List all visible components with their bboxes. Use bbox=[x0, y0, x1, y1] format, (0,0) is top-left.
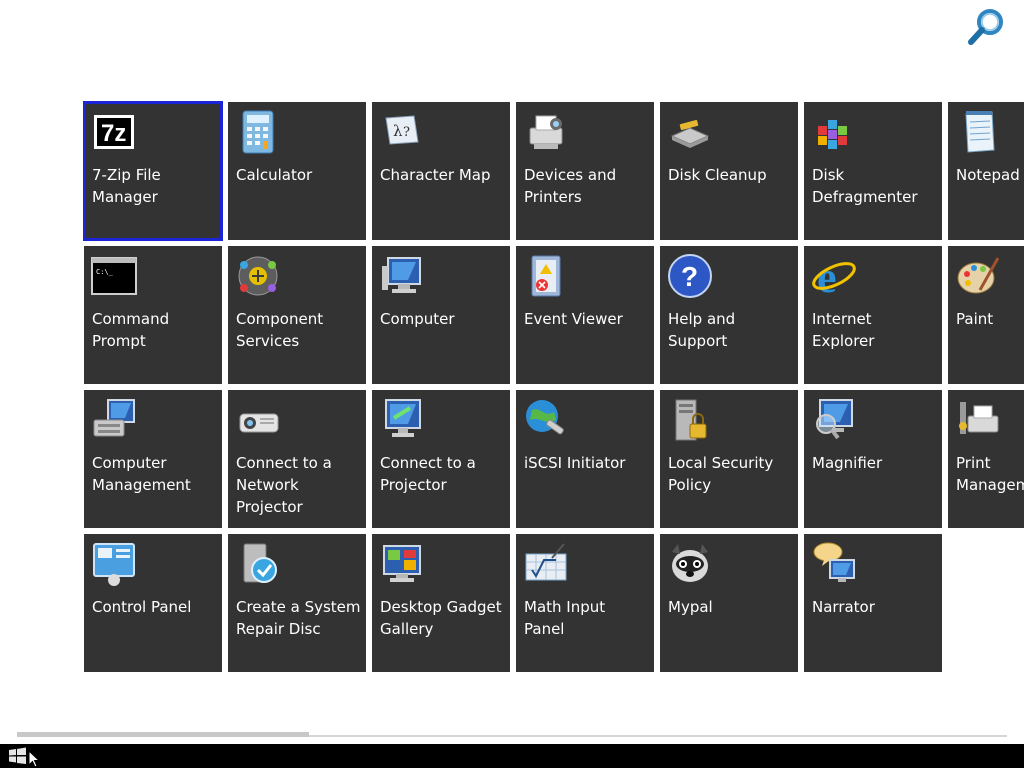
app-tile-label: Internet Explorer bbox=[812, 310, 875, 350]
svg-text:?: ? bbox=[681, 261, 698, 292]
character-map-icon: λ? bbox=[378, 108, 426, 156]
app-tile[interactable]: Control Panel bbox=[84, 534, 222, 672]
start-button[interactable] bbox=[6, 746, 30, 766]
app-tile[interactable]: iSCSI Initiator bbox=[516, 390, 654, 528]
app-tile[interactable]: Component Services bbox=[228, 246, 366, 384]
control-panel-icon bbox=[90, 540, 138, 588]
notepad-icon bbox=[954, 108, 1002, 156]
app-tile-label: Computer bbox=[380, 310, 455, 328]
mypal-icon bbox=[666, 540, 714, 588]
search-button[interactable] bbox=[962, 4, 1010, 50]
app-tile[interactable]: Event Viewer bbox=[516, 246, 654, 384]
app-tile[interactable]: Narrator bbox=[804, 534, 942, 672]
app-tile-label: Notepad bbox=[956, 166, 1020, 184]
svg-text:λ: λ bbox=[393, 122, 403, 140]
disk-cleanup-icon bbox=[666, 108, 714, 156]
help-icon: ? bbox=[666, 252, 714, 300]
app-tile[interactable]: e Internet Explorer bbox=[804, 246, 942, 384]
svg-text:7z: 7z bbox=[101, 120, 126, 147]
app-tile-label: Connect to a Projector bbox=[380, 454, 476, 494]
app-tile-label: Command Prompt bbox=[92, 310, 170, 350]
horizontal-scrollbar-thumb[interactable] bbox=[17, 732, 309, 737]
mouse-cursor bbox=[28, 750, 40, 768]
event-viewer-icon bbox=[522, 252, 570, 300]
security-policy-icon bbox=[666, 396, 714, 444]
app-tile-label: Devices and Printers bbox=[524, 166, 617, 206]
7zip-icon: 7z bbox=[90, 108, 138, 156]
app-tile-label: iSCSI Initiator bbox=[524, 454, 626, 472]
app-tile-label: Connect to a Network Projector bbox=[236, 454, 332, 516]
app-tile[interactable]: Create a System Repair Disc bbox=[228, 534, 366, 672]
app-tile[interactable]: Connect to a Network Projector bbox=[228, 390, 366, 528]
app-tile[interactable]: Mypal bbox=[660, 534, 798, 672]
app-tile[interactable]: Calculator bbox=[228, 102, 366, 240]
svg-text:?: ? bbox=[403, 125, 410, 140]
app-tile-label: Magnifier bbox=[812, 454, 883, 472]
app-tile-label: Control Panel bbox=[92, 598, 192, 616]
app-tile-label: 7-Zip File Manager bbox=[92, 166, 161, 206]
app-tile-label: Create a System Repair Disc bbox=[236, 598, 361, 638]
command-prompt-icon: C:\_ bbox=[90, 252, 138, 300]
computer-icon bbox=[378, 252, 426, 300]
app-tile-label: Paint bbox=[956, 310, 994, 328]
internet-explorer-icon: e bbox=[810, 252, 858, 300]
paint-icon bbox=[954, 252, 1002, 300]
windows-logo-icon bbox=[9, 747, 26, 764]
svg-text:C:\_: C:\_ bbox=[96, 268, 114, 276]
app-tile[interactable]: Devices and Printers bbox=[516, 102, 654, 240]
app-tile[interactable]: Computer Management bbox=[84, 390, 222, 528]
network-projector-icon bbox=[234, 396, 282, 444]
app-tile-label: Desktop Gadget Gallery bbox=[380, 598, 502, 638]
gadget-gallery-icon bbox=[378, 540, 426, 588]
app-tile-label: Disk Cleanup bbox=[668, 166, 767, 184]
tiles-grid: 7z 7-Zip File Manager Calculator λ? Characte… bbox=[0, 0, 1024, 740]
magnifier-icon bbox=[810, 396, 858, 444]
app-tile-label: Computer Management bbox=[92, 454, 191, 494]
app-tile[interactable]: Disk Cleanup bbox=[660, 102, 798, 240]
app-tile[interactable]: C:\_ Command Prompt bbox=[84, 246, 222, 384]
search-icon bbox=[968, 9, 1003, 45]
app-tile-label: Character Map bbox=[380, 166, 491, 184]
computer-management-icon bbox=[90, 396, 138, 444]
component-services-icon bbox=[234, 252, 282, 300]
app-tile-label: Calculator bbox=[236, 166, 313, 184]
math-input-icon bbox=[522, 540, 570, 588]
app-tile-label: Narrator bbox=[812, 598, 875, 616]
app-tile[interactable]: Paint bbox=[948, 246, 1024, 384]
taskbar bbox=[0, 744, 1024, 768]
svg-text:e: e bbox=[817, 253, 837, 300]
iscsi-icon bbox=[522, 396, 570, 444]
app-tile[interactable]: 7z 7-Zip File Manager bbox=[83, 101, 223, 241]
app-tile-label: Local Security Policy bbox=[668, 454, 774, 494]
app-tile[interactable]: Print Managem bbox=[948, 390, 1024, 528]
app-tile-label: Event Viewer bbox=[524, 310, 623, 328]
app-tile[interactable]: Notepad bbox=[948, 102, 1024, 240]
app-tile[interactable]: Disk Defragmenter bbox=[804, 102, 942, 240]
app-tile-label: Component Services bbox=[236, 310, 324, 350]
app-tile[interactable]: Magnifier bbox=[804, 390, 942, 528]
app-tile-label: Help and Support bbox=[668, 310, 736, 350]
print-management-icon bbox=[954, 396, 1002, 444]
app-tile[interactable]: Math Input Panel bbox=[516, 534, 654, 672]
app-tile[interactable]: Computer bbox=[372, 246, 510, 384]
app-tile[interactable]: Local Security Policy bbox=[660, 390, 798, 528]
calculator-icon bbox=[234, 108, 282, 156]
app-tile-label: Math Input Panel bbox=[524, 598, 606, 638]
printer-icon bbox=[522, 108, 570, 156]
app-tile-label: Disk Defragmenter bbox=[812, 166, 918, 206]
app-tile[interactable]: Connect to a Projector bbox=[372, 390, 510, 528]
repair-disc-icon bbox=[234, 540, 282, 588]
app-tile[interactable]: ? Help and Support bbox=[660, 246, 798, 384]
defragmenter-icon bbox=[810, 108, 858, 156]
app-tile-label: Print Managem bbox=[956, 454, 1024, 494]
app-tile-label: Mypal bbox=[668, 598, 713, 616]
app-tile[interactable]: λ? Character Map bbox=[372, 102, 510, 240]
narrator-icon bbox=[810, 540, 858, 588]
start-screen: 7z 7-Zip File Manager Calculator λ? Characte… bbox=[0, 0, 1024, 768]
projector-icon bbox=[378, 396, 426, 444]
app-tile[interactable]: Desktop Gadget Gallery bbox=[372, 534, 510, 672]
